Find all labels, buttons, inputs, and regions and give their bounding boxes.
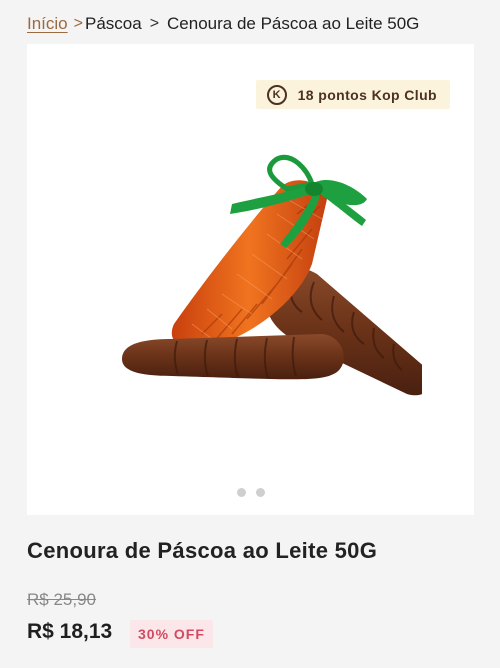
- breadcrumb: Início > Páscoa > Cenoura de Páscoa ao L…: [27, 12, 419, 36]
- product-image-gallery[interactable]: K 18 pontos Kop Club: [27, 44, 474, 515]
- discount-badge: 30% OFF: [130, 620, 213, 648]
- product-image[interactable]: [82, 144, 422, 404]
- kop-club-points-badge: K 18 pontos Kop Club: [255, 80, 450, 109]
- breadcrumb-home-link[interactable]: Início: [27, 14, 68, 34]
- carousel-dot-1[interactable]: [236, 488, 246, 497]
- chevron-right-icon: >: [73, 15, 83, 32]
- current-price: R$ 18,13: [27, 620, 113, 643]
- kop-club-icon: K: [266, 84, 287, 105]
- carousel-dot-2[interactable]: [255, 488, 265, 497]
- breadcrumb-current: Cenoura de Páscoa ao Leite 50G: [167, 14, 420, 33]
- breadcrumb-category-link[interactable]: Páscoa: [85, 14, 142, 34]
- product-title: Cenoura de Páscoa ao Leite 50G: [27, 538, 378, 563]
- chevron-right-icon: >: [149, 15, 160, 32]
- points-text: 18 pontos Kop Club: [297, 86, 437, 103]
- chocolate-carrot-bottom: [122, 334, 344, 380]
- carousel-dots: [27, 488, 474, 497]
- old-price: R$ 25,90: [27, 590, 96, 609]
